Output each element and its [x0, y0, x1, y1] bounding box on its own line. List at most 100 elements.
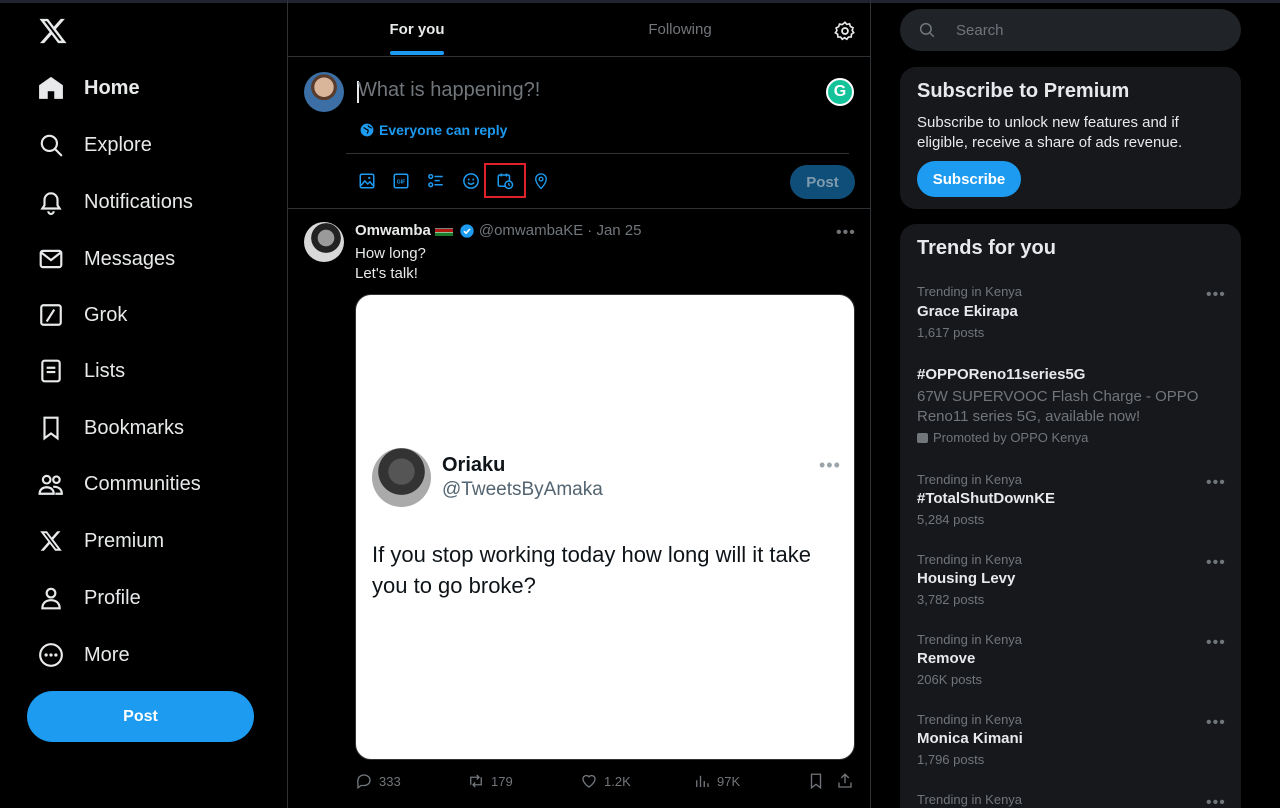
nav-communities[interactable]: Communities: [38, 464, 201, 504]
reply-setting-label: Everyone can reply: [379, 122, 508, 138]
nav-messages[interactable]: Messages: [38, 239, 175, 279]
tab-for-you[interactable]: For you: [288, 3, 546, 56]
gif-icon[interactable]: GIF: [390, 170, 412, 192]
trend-name: Housing Levy: [917, 570, 1016, 587]
nav-bookmarks[interactable]: Bookmarks: [38, 408, 184, 448]
compose-input[interactable]: What is happening?!: [358, 79, 540, 102]
trend-context: Trending in Kenya: [917, 792, 1023, 807]
heart-icon: [582, 774, 596, 788]
more-options-icon[interactable]: •••: [1206, 794, 1226, 808]
nav-lists[interactable]: Lists: [38, 351, 125, 391]
nav-label: Communities: [84, 472, 201, 495]
subscribe-button[interactable]: Subscribe: [917, 161, 1021, 197]
promoted-by: Promoted by OPPO Kenya: [917, 430, 1088, 445]
trends-title: Trends for you: [917, 237, 1056, 259]
globe-icon: [360, 123, 374, 137]
more-options-icon[interactable]: •••: [836, 224, 856, 242]
premium-description: Subscribe to unlock new features and if …: [917, 114, 1183, 151]
chart-icon: [696, 775, 709, 787]
image-icon[interactable]: [356, 170, 378, 192]
trend-item[interactable]: Trending in Kenya Remove 206K posts •••: [900, 632, 1241, 692]
trend-item[interactable]: Trending in Kenya Housing Levy 3,782 pos…: [900, 552, 1241, 612]
promoted-trend[interactable]: #OPPOReno11series5G 67W SUPERVOOC Flash …: [900, 366, 1241, 446]
bookmark-icon: [38, 415, 64, 441]
trend-context: Trending in Kenya: [917, 472, 1023, 487]
tweet-text-line: How long?: [355, 245, 426, 262]
nav-grok[interactable]: Grok: [38, 295, 127, 335]
grammarly-icon[interactable]: G: [826, 78, 854, 106]
trend-item[interactable]: Trending in Kenya Grace Ekirapa 1,617 po…: [900, 284, 1241, 344]
kenya-flag-icon: [434, 225, 453, 236]
nav-label: Notifications: [84, 190, 193, 213]
nav-notifications[interactable]: Notifications: [38, 182, 193, 222]
location-icon[interactable]: [530, 170, 552, 192]
share-button[interactable]: [836, 772, 860, 790]
poll-icon[interactable]: [425, 170, 447, 192]
trend-context: Trending in Kenya: [917, 284, 1023, 299]
nav-label: Bookmarks: [84, 416, 185, 439]
trend-name: Remove: [917, 650, 976, 667]
x-logo-icon: [38, 528, 64, 554]
compose-post-button[interactable]: Post: [790, 165, 855, 199]
nav-label: Profile: [84, 586, 141, 609]
nav-explore[interactable]: Explore: [38, 125, 152, 165]
x-logo-icon[interactable]: [38, 16, 68, 46]
timeline-tabs: For you Following: [288, 3, 871, 57]
trend-item[interactable]: Trending in Kenya Monica Kimani 1,796 po…: [900, 712, 1241, 772]
tweet-handle[interactable]: @omwambaKE: [479, 222, 583, 239]
home-icon: [38, 75, 64, 101]
avatar: [372, 448, 431, 507]
nav-label: Home: [84, 76, 140, 99]
search-input[interactable]: Search: [900, 9, 1241, 51]
verified-badge-icon: [460, 223, 474, 238]
promoted-by-label: Promoted by OPPO Kenya: [933, 430, 1089, 445]
nav-profile[interactable]: Profile: [38, 578, 141, 618]
trend-name: Grace Ekirapa: [917, 303, 1018, 320]
nav-more[interactable]: More: [38, 635, 130, 675]
trend-count: 1,617 posts: [917, 325, 985, 340]
emoji-icon[interactable]: [460, 170, 482, 192]
reply-button[interactable]: 333: [355, 772, 401, 790]
trend-item[interactable]: Trending in Kenya #TotalShutDownKE 5,284…: [900, 472, 1241, 532]
people-icon: [38, 471, 64, 497]
list-icon: [38, 358, 64, 384]
trend-count: 206K posts: [917, 672, 983, 687]
nav-premium[interactable]: Premium: [38, 521, 164, 561]
like-count: 1.2K: [604, 773, 631, 789]
more-options-icon[interactable]: •••: [1206, 474, 1226, 492]
trends-panel: Trends for you Trending in Kenya Grace E…: [900, 224, 1241, 808]
divider: [346, 153, 849, 154]
views-button[interactable]: 97K: [693, 772, 740, 790]
schedule-icon[interactable]: [484, 163, 526, 198]
reply-setting[interactable]: Everyone can reply: [360, 122, 507, 138]
tweet[interactable]: Omwamba @omwambaKE · Jan 25 ••• How long…: [288, 210, 871, 808]
left-navigation: Home Explore Notifications Messages Grok…: [0, 0, 288, 808]
more-options-icon[interactable]: •••: [1206, 634, 1226, 652]
reply-count: 333: [379, 773, 401, 789]
tweet-author-name[interactable]: Omwamba: [355, 222, 431, 239]
post-button[interactable]: Post: [27, 691, 254, 742]
premium-card: Subscribe to Premium Subscribe to unlock…: [900, 67, 1241, 209]
more-options-icon[interactable]: •••: [1206, 286, 1226, 304]
repost-icon: [470, 774, 482, 788]
trend-name: #TotalShutDownKE: [917, 490, 1056, 507]
avatar[interactable]: [304, 222, 344, 262]
trend-count: 3,782 posts: [917, 592, 985, 607]
tab-following[interactable]: Following: [546, 3, 814, 56]
nav-home[interactable]: Home: [38, 68, 140, 108]
bookmark-button[interactable]: [807, 772, 831, 790]
trend-item[interactable]: Trending in Kenya •••: [900, 792, 1241, 808]
more-options-icon[interactable]: •••: [1206, 554, 1226, 572]
repost-button[interactable]: 179: [467, 772, 513, 790]
nav-label: Grok: [84, 303, 128, 326]
trend-name: #OPPOReno11series5G: [917, 366, 1086, 383]
tweet-media-image[interactable]: Oriaku @TweetsByAmaka ••• If you stop wo…: [355, 294, 855, 760]
active-tab-indicator: [390, 51, 444, 55]
gear-icon[interactable]: [834, 20, 856, 42]
promoted-description: 67W SUPERVOOC Flash Charge - OPPO Reno11…: [917, 388, 1199, 425]
search-icon: [38, 132, 64, 158]
like-button[interactable]: 1.2K: [580, 772, 631, 790]
tweet-date[interactable]: · Jan 25: [587, 222, 641, 239]
avatar[interactable]: [304, 72, 344, 112]
more-options-icon[interactable]: •••: [1206, 714, 1226, 732]
